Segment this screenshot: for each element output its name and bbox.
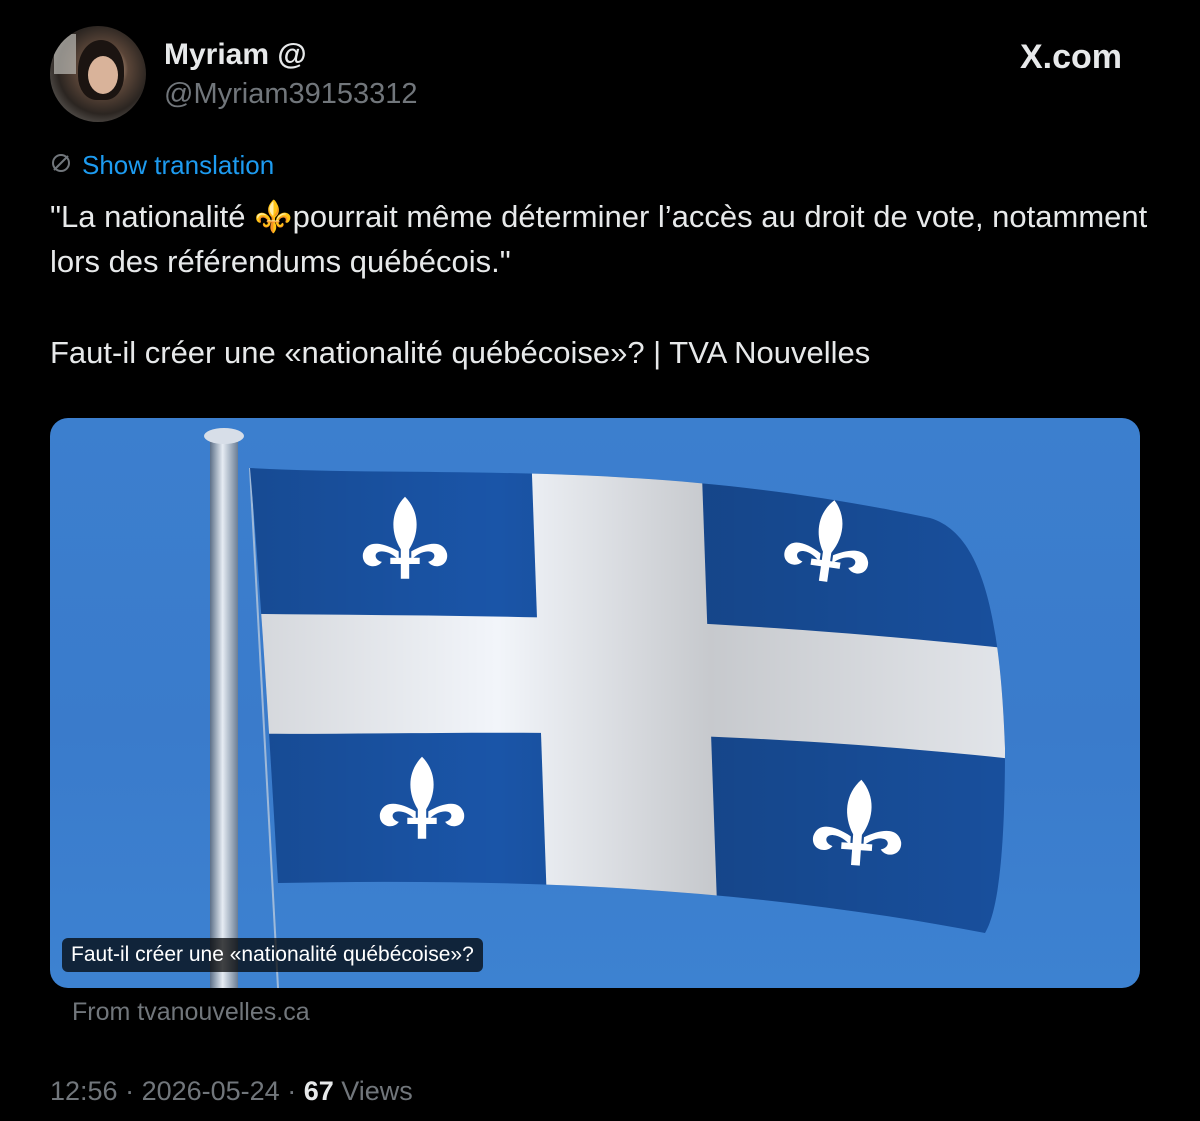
author-handle[interactable]: @Myriam39153312 (164, 78, 418, 111)
quebec-flag-image (204, 428, 1005, 988)
tweet-date[interactable]: 2026-05-24 (142, 1076, 280, 1106)
card-caption: Faut-il créer une «nationalité québécois… (62, 938, 483, 972)
show-translation-button[interactable]: Show translation (50, 150, 274, 181)
views-count: 67 (303, 1076, 334, 1106)
tweet-headline: Faut-il créer une «nationalité québécois… (50, 335, 871, 370)
link-card[interactable]: Faut-il créer une «nationalité québécois… (50, 418, 1140, 988)
tweet-meta: 12:56 · 2026-05-24 · 67 Views (50, 1076, 413, 1107)
tweet-quote: "La nationalité ⚜️pourrait même détermin… (50, 199, 1148, 279)
author-display-name[interactable]: Myriam @ (164, 38, 307, 72)
brand-logo: X.com (1019, 38, 1122, 76)
meta-separator: · (117, 1076, 142, 1106)
card-source[interactable]: From tvanouvelles.ca (72, 998, 310, 1027)
tweet-time[interactable]: 12:56 (50, 1076, 118, 1106)
views-label: Views (341, 1076, 413, 1106)
meta-separator: · (279, 1076, 304, 1106)
show-translation-label[interactable]: Show translation (82, 150, 274, 181)
avatar[interactable] (50, 26, 146, 122)
translate-icon (50, 152, 72, 180)
tweet-text: "La nationalité ⚜️pourrait même détermin… (50, 194, 1150, 375)
